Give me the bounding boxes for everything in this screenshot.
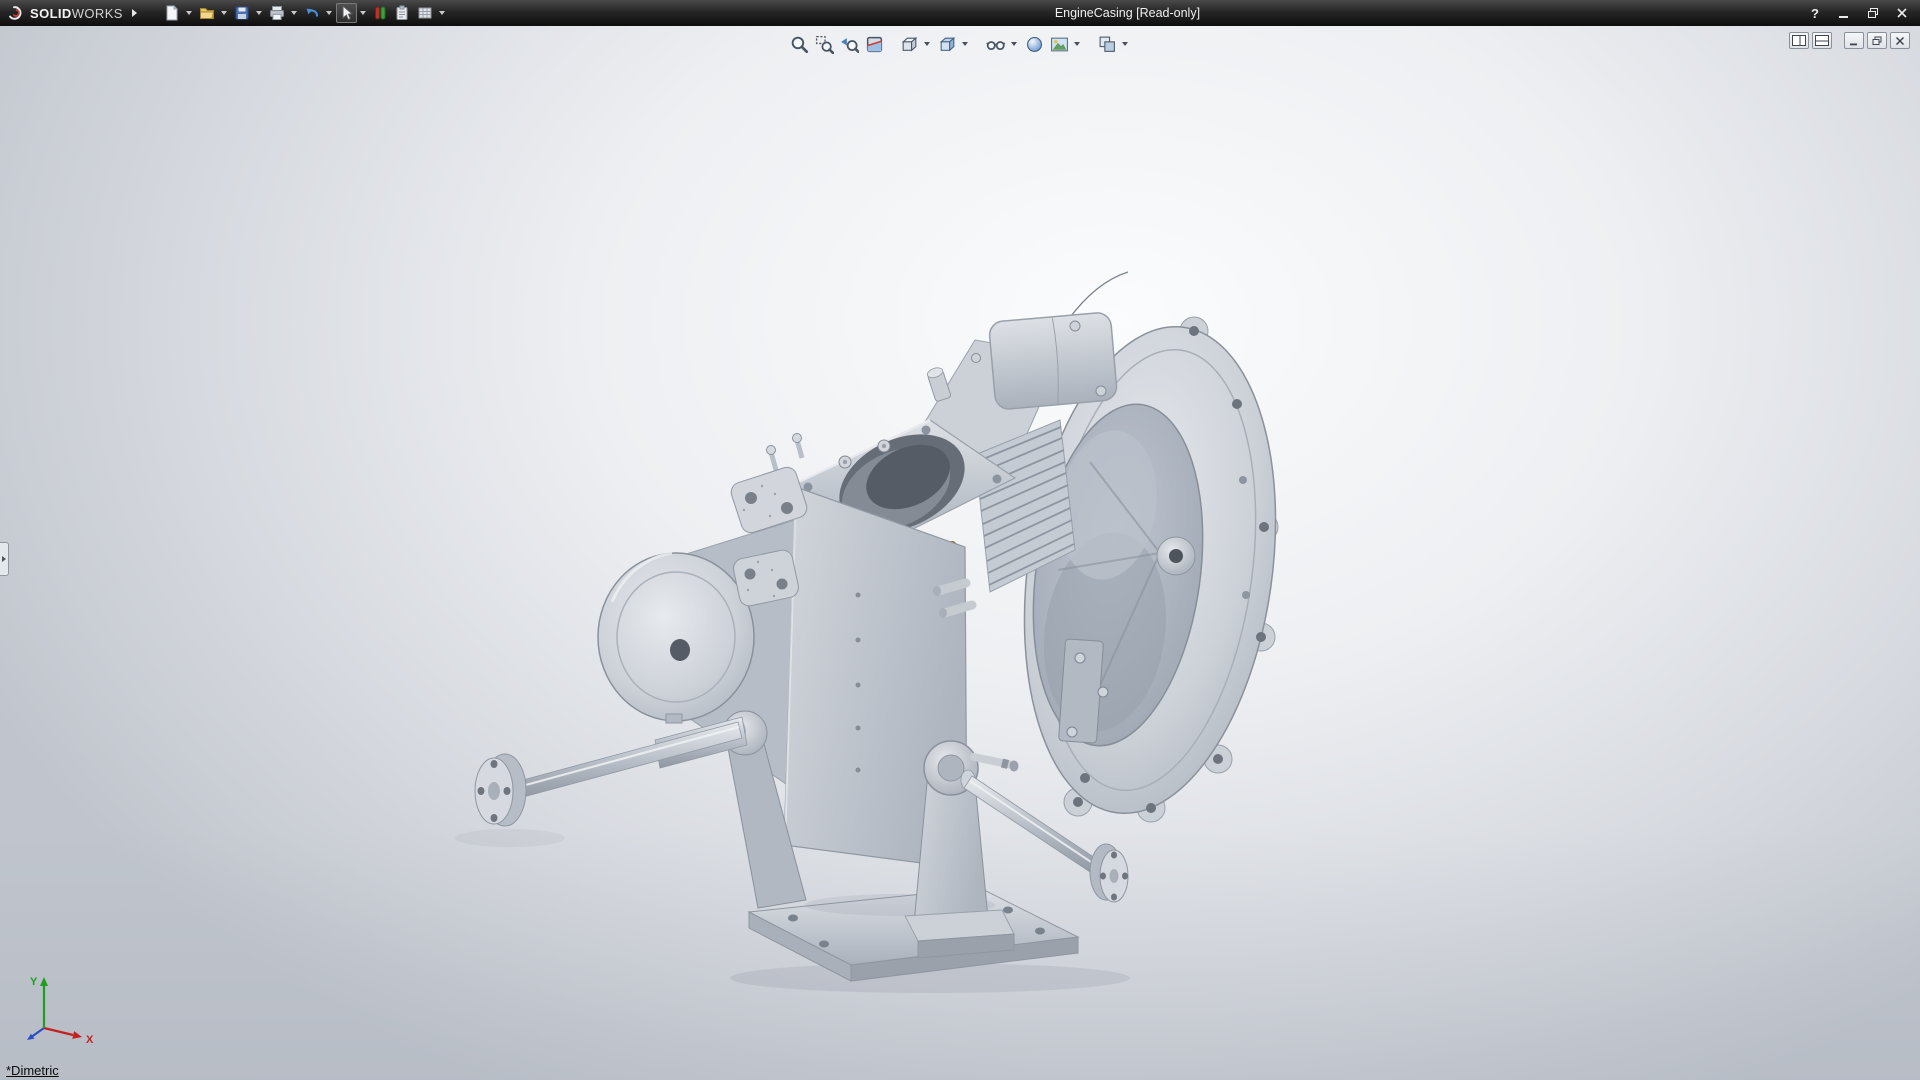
print-icon bbox=[269, 5, 285, 21]
menu-flyout-arrow-icon[interactable] bbox=[132, 9, 137, 17]
apply-scene-dropdown-icon[interactable] bbox=[1074, 42, 1080, 46]
graphics-area[interactable]: Y X *Dimetric bbox=[0, 26, 1920, 1080]
window-close-icon bbox=[1896, 7, 1908, 19]
window-controls: ? bbox=[1807, 5, 1910, 21]
heads-up-toolbar bbox=[0, 33, 1920, 55]
save-icon bbox=[234, 5, 250, 21]
save-dropdown-icon[interactable] bbox=[256, 11, 262, 15]
doc-restore-icon bbox=[1872, 36, 1883, 46]
triad-y-label: Y bbox=[30, 976, 38, 988]
solidworks-logo-icon bbox=[7, 5, 25, 21]
view-settings-icon bbox=[1098, 35, 1117, 54]
orientation-triad: Y X bbox=[12, 972, 112, 1046]
hide-show-items-icon bbox=[986, 35, 1006, 54]
display-style-icon bbox=[938, 35, 957, 54]
file-properties-button[interactable] bbox=[391, 3, 413, 23]
display-style-dropdown-icon[interactable] bbox=[962, 42, 968, 46]
select-button[interactable] bbox=[336, 3, 357, 23]
solidworks-window: SOLIDWORKS bbox=[0, 0, 1920, 1080]
view-settings-dropdown-icon[interactable] bbox=[1122, 42, 1128, 46]
restore-button[interactable] bbox=[1865, 5, 1881, 21]
display-style-button[interactable] bbox=[936, 33, 959, 55]
view-orientation-label: *Dimetric bbox=[6, 1063, 59, 1078]
print-button[interactable] bbox=[266, 3, 288, 23]
doc-minimize-button[interactable] bbox=[1844, 32, 1864, 49]
view-settings-button[interactable] bbox=[1096, 33, 1119, 55]
apply-scene-icon bbox=[1050, 35, 1069, 54]
zoom-to-area-button[interactable] bbox=[813, 33, 836, 55]
pane-split-horizontal-button[interactable] bbox=[1812, 32, 1832, 49]
close-button[interactable] bbox=[1894, 5, 1910, 21]
open-icon bbox=[199, 5, 215, 21]
zoom-to-fit-icon bbox=[790, 35, 809, 54]
pane-split-horizontal-icon bbox=[1815, 35, 1829, 46]
select-cursor-icon bbox=[339, 5, 354, 21]
main-toolbar bbox=[161, 3, 448, 23]
previous-view-button[interactable] bbox=[838, 33, 861, 55]
section-view-button[interactable] bbox=[863, 33, 886, 55]
zoom-to-area-icon bbox=[815, 35, 834, 54]
hide-show-items-dropdown-icon[interactable] bbox=[1011, 42, 1017, 46]
edit-appearance-button[interactable] bbox=[1023, 33, 1046, 55]
featuremanager-collapsed-tab[interactable] bbox=[0, 542, 9, 576]
y-axis-arrow bbox=[40, 977, 48, 986]
edit-appearance-icon bbox=[1025, 35, 1044, 54]
section-view-icon bbox=[865, 35, 884, 54]
new-dropdown-icon[interactable] bbox=[186, 11, 192, 15]
undo-button[interactable] bbox=[301, 3, 323, 23]
help-button[interactable]: ? bbox=[1807, 5, 1823, 21]
options-icon bbox=[417, 5, 433, 21]
view-orientation-button[interactable] bbox=[898, 33, 921, 55]
view-orientation-icon bbox=[900, 35, 919, 54]
options-button[interactable] bbox=[414, 3, 436, 23]
apply-scene-button[interactable] bbox=[1048, 33, 1071, 55]
open-button[interactable] bbox=[196, 3, 218, 23]
open-dropdown-icon[interactable] bbox=[221, 11, 227, 15]
engine-casing-model[interactable] bbox=[0, 26, 1920, 1080]
select-dropdown-icon[interactable] bbox=[360, 11, 366, 15]
hide-show-items-button[interactable] bbox=[984, 33, 1008, 55]
titlebar: SOLIDWORKS bbox=[0, 0, 1920, 26]
view-orientation-dropdown-icon[interactable] bbox=[924, 42, 930, 46]
doc-close-icon bbox=[1895, 36, 1905, 46]
pane-split-vertical-button[interactable] bbox=[1789, 32, 1809, 49]
window-minimize-icon bbox=[1838, 7, 1850, 19]
zoom-to-fit-button[interactable] bbox=[788, 33, 811, 55]
doc-restore-button[interactable] bbox=[1867, 32, 1887, 49]
undo-dropdown-icon[interactable] bbox=[326, 11, 332, 15]
help-icon: ? bbox=[1811, 6, 1819, 21]
pane-split-vertical-icon bbox=[1792, 35, 1806, 46]
document-title: EngineCasing [Read-only] bbox=[448, 6, 1807, 20]
window-restore-icon bbox=[1867, 7, 1880, 19]
print-dropdown-icon[interactable] bbox=[291, 11, 297, 15]
minimize-button[interactable] bbox=[1836, 5, 1852, 21]
expand-panel-arrow-icon bbox=[2, 556, 6, 562]
rebuild-button[interactable] bbox=[370, 3, 390, 23]
triad-x-label: X bbox=[86, 1034, 94, 1046]
file-properties-icon bbox=[394, 5, 410, 21]
new-document-button[interactable] bbox=[161, 3, 183, 23]
save-button[interactable] bbox=[231, 3, 253, 23]
previous-view-icon bbox=[840, 35, 859, 54]
doc-close-button[interactable] bbox=[1890, 32, 1910, 49]
options-dropdown-icon[interactable] bbox=[439, 11, 445, 15]
document-window-controls bbox=[1789, 32, 1910, 49]
new-document-icon bbox=[164, 5, 180, 21]
solidworks-logo: SOLIDWORKS bbox=[7, 5, 123, 21]
x-axis-arrow bbox=[72, 1031, 82, 1039]
undo-icon bbox=[304, 5, 320, 21]
brand-text: SOLIDWORKS bbox=[30, 6, 123, 21]
doc-minimize-icon bbox=[1849, 36, 1859, 46]
rebuild-icon bbox=[373, 5, 387, 21]
